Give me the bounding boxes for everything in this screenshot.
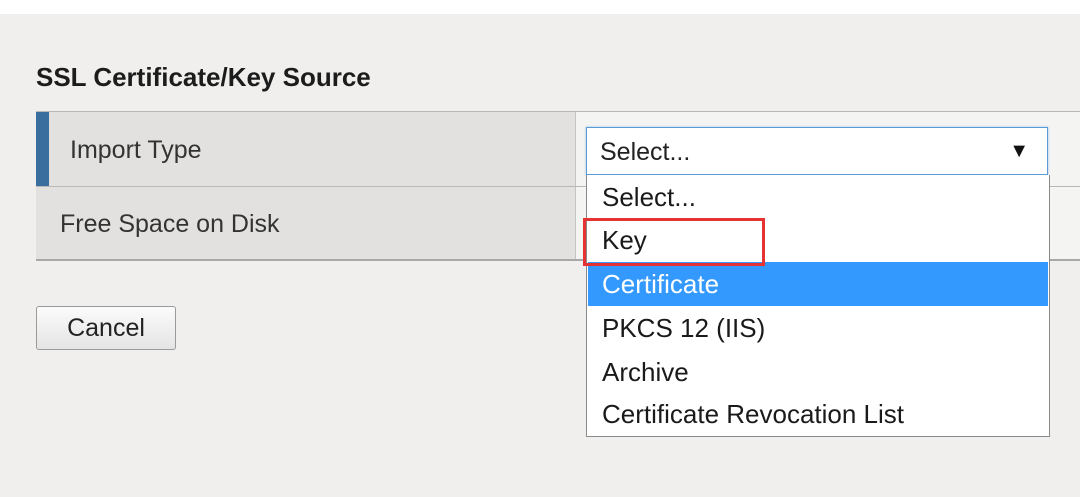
free-space-label: Free Space on Disk bbox=[60, 210, 280, 238]
option-certificate-revocation-list[interactable]: Certificate Revocation List bbox=[588, 392, 1048, 436]
import-type-select[interactable]: Select... ▼ bbox=[586, 127, 1048, 175]
top-strip bbox=[0, 0, 1080, 14]
option-select[interactable]: Select... bbox=[588, 175, 1048, 218]
section-title: SSL Certificate/Key Source bbox=[36, 62, 371, 92]
active-row-accent bbox=[36, 112, 49, 186]
row-label-cell: Free Space on Disk bbox=[36, 187, 576, 259]
dropdown-arrow-icon: ▼ bbox=[1009, 140, 1029, 162]
option-key[interactable]: Key bbox=[588, 218, 1048, 262]
option-archive[interactable]: Archive bbox=[588, 350, 1048, 394]
row-label-cell: Import Type bbox=[36, 112, 576, 186]
option-certificate[interactable]: Certificate bbox=[588, 262, 1048, 306]
option-pkcs12[interactable]: PKCS 12 (IIS) bbox=[588, 306, 1048, 350]
import-type-options-list: Select... Key Certificate PKCS 12 (IIS) … bbox=[586, 175, 1050, 437]
cancel-button[interactable]: Cancel bbox=[36, 306, 176, 350]
select-current-value: Select... bbox=[600, 138, 691, 166]
import-type-label: Import Type bbox=[70, 136, 202, 164]
